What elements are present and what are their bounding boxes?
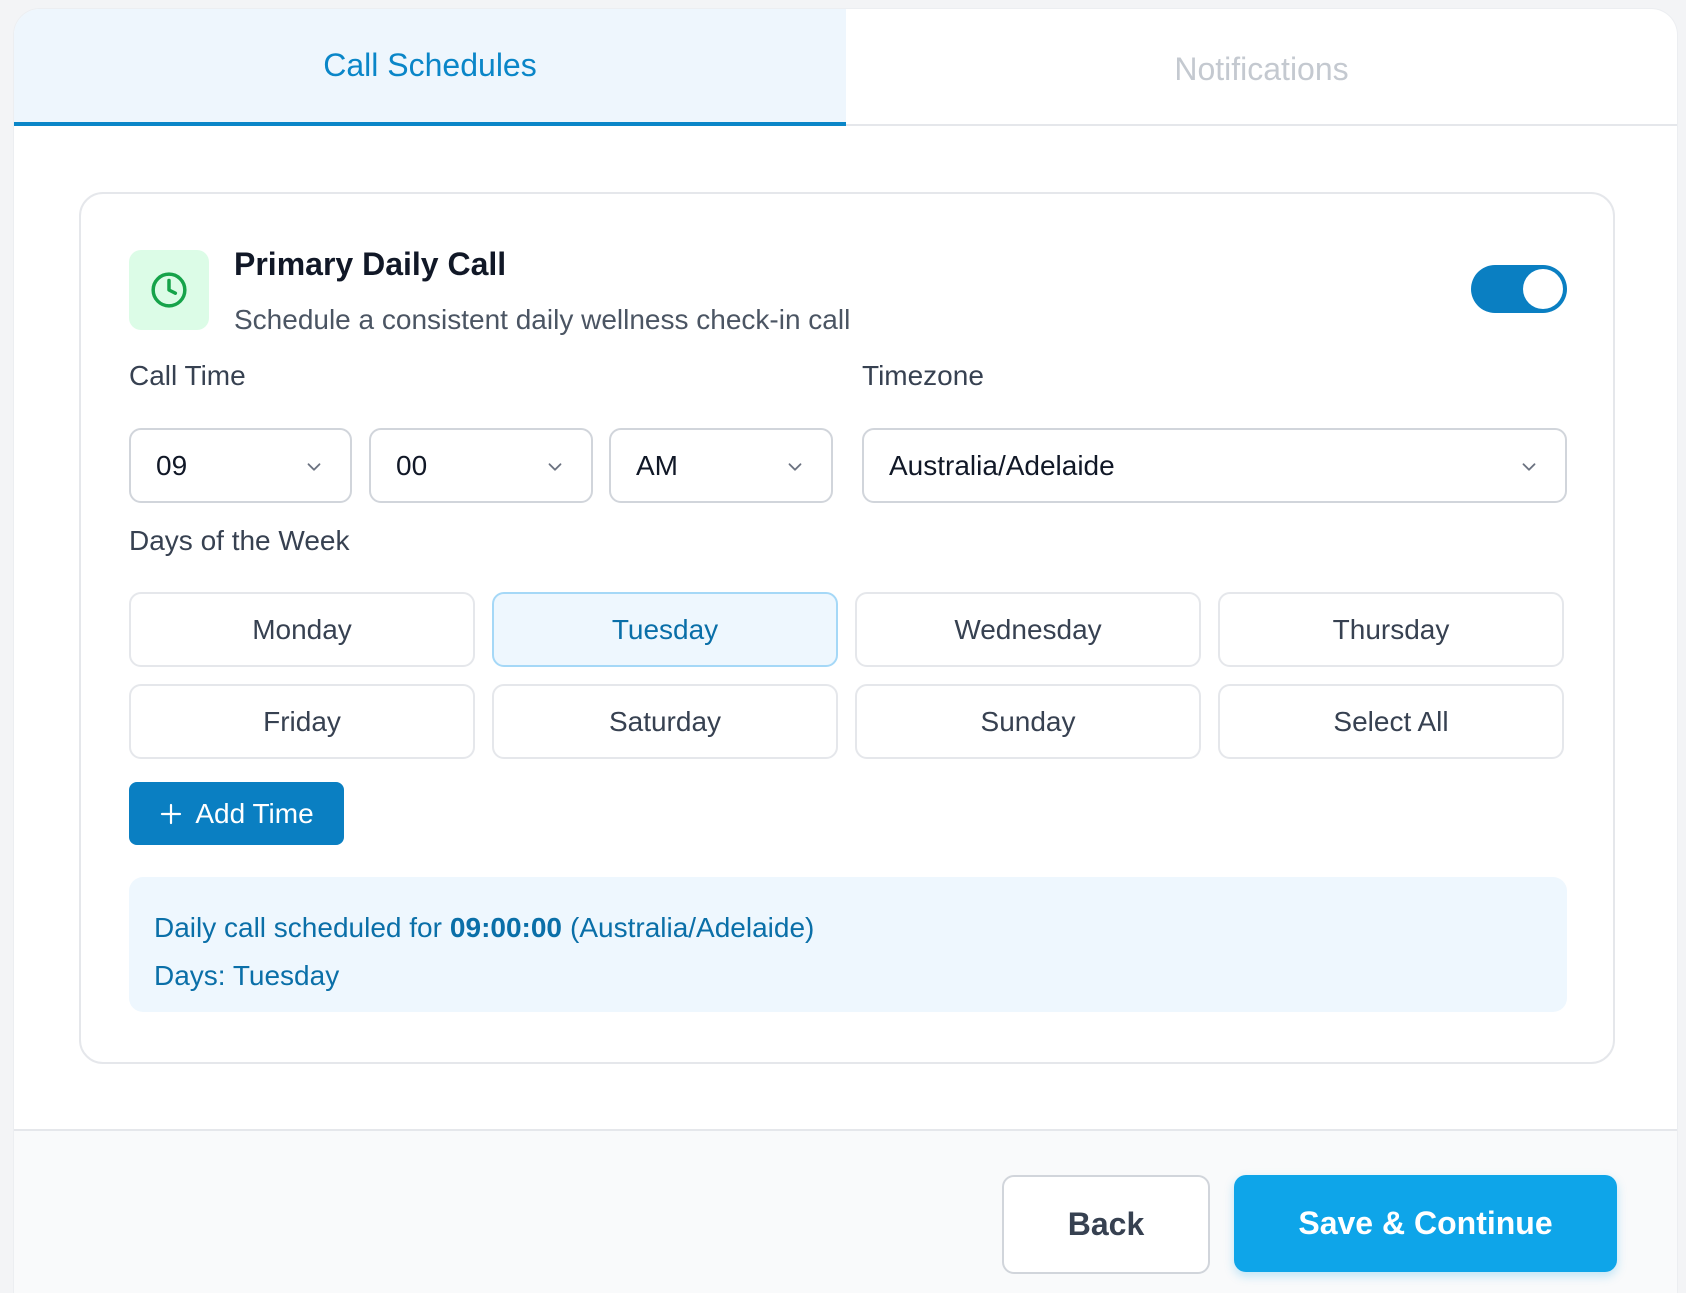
timezone-select[interactable]: Australia/Adelaide — [862, 428, 1567, 503]
summary-timezone: (Australia/Adelaide) — [570, 912, 815, 943]
add-time-label: Add Time — [195, 797, 314, 829]
footer-bar: Back Save & Continue — [14, 1129, 1677, 1293]
hour-select[interactable]: 09 — [129, 428, 352, 503]
select-all-button[interactable]: Select All — [1218, 684, 1564, 759]
schedule-summary: Daily call scheduled for 09:00:00 (Austr… — [129, 877, 1567, 1012]
days-label: Days of the Week — [129, 525, 350, 556]
tab-bar: Call Schedules Notifications — [14, 9, 1677, 126]
timezone-value: Australia/Adelaide — [889, 449, 1115, 481]
schedule-panel: Call Schedules Notifications Primary Dai… — [14, 9, 1677, 1293]
chevron-down-icon — [548, 463, 562, 471]
chevron-down-icon — [307, 463, 321, 471]
timezone-label: Timezone — [862, 360, 984, 391]
save-continue-button[interactable]: Save & Continue — [1234, 1175, 1617, 1272]
card-title: Primary Daily Call — [234, 246, 507, 282]
enable-toggle[interactable] — [1471, 265, 1567, 313]
summary-time: 09:00:00 — [449, 912, 563, 943]
day-button-wednesday[interactable]: Wednesday — [855, 592, 1201, 667]
primary-call-card: Primary Daily Call Schedule a consistent… — [79, 192, 1615, 1064]
day-button-tuesday[interactable]: Tuesday — [492, 592, 838, 667]
summary-days: Days: Tuesday — [154, 960, 340, 991]
minute-select[interactable]: 00 — [369, 428, 593, 503]
toggle-knob — [1523, 269, 1563, 309]
period-select[interactable]: AM — [609, 428, 833, 503]
day-button-friday[interactable]: Friday — [129, 684, 475, 759]
summary-prefix: Daily call scheduled for — [154, 912, 442, 943]
tab-call-schedules[interactable]: Call Schedules — [14, 9, 846, 126]
chevron-down-icon — [1522, 463, 1536, 471]
add-time-button[interactable]: Add Time — [129, 782, 344, 845]
clock-icon — [151, 272, 187, 308]
back-button[interactable]: Back — [1002, 1175, 1210, 1274]
tab-notifications[interactable]: Notifications — [846, 9, 1677, 126]
plus-icon — [161, 803, 182, 824]
summary-line: Daily call scheduled for 09:00:00 (Austr… — [154, 904, 1542, 952]
day-button-saturday[interactable]: Saturday — [492, 684, 838, 759]
day-button-sunday[interactable]: Sunday — [855, 684, 1201, 759]
clock-icon-container — [129, 250, 209, 330]
chevron-down-icon — [788, 463, 802, 471]
day-button-monday[interactable]: Monday — [129, 592, 475, 667]
call-time-label: Call Time — [129, 360, 246, 391]
day-button-thursday[interactable]: Thursday — [1218, 592, 1564, 667]
card-subtitle: Schedule a consistent daily wellness che… — [234, 304, 851, 335]
hour-value: 09 — [156, 449, 188, 481]
minute-value: 00 — [396, 449, 428, 481]
period-value: AM — [636, 449, 678, 481]
